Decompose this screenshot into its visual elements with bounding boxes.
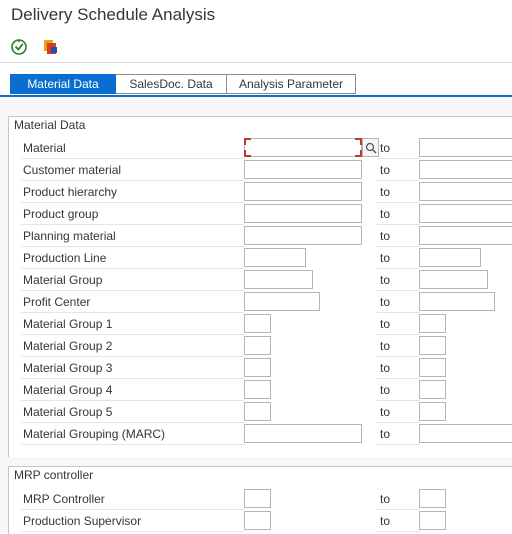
to-label: to — [377, 182, 420, 203]
field-label: Material Grouping (MARC) — [21, 424, 245, 445]
to-label: to — [377, 489, 420, 510]
tab-analysis-parameter[interactable]: Analysis Parameter — [227, 74, 356, 94]
material-data-group: Material Data Material to Customer mater… — [8, 116, 512, 457]
field-label: Product group — [21, 204, 245, 225]
to-label: to — [377, 424, 420, 445]
material-group-from-input[interactable] — [244, 270, 313, 289]
material-grouping-marc-to-input[interactable] — [419, 424, 512, 443]
material-group-1-from-input[interactable] — [244, 314, 271, 333]
product-group-from-input[interactable] — [244, 204, 362, 223]
toolbar — [0, 32, 512, 62]
mrp-controller-group: MRP controller MRP Controller to Product… — [8, 466, 512, 534]
to-label: to — [377, 270, 420, 291]
row-product-group: Product group to — [9, 204, 512, 226]
customer-material-to-input[interactable] — [419, 160, 512, 179]
to-label: to — [377, 511, 420, 532]
to-label: to — [377, 160, 420, 181]
variant-button[interactable] — [40, 36, 62, 58]
material-from-input[interactable] — [244, 138, 362, 157]
to-label: to — [377, 336, 420, 357]
execute-button[interactable] — [8, 36, 30, 58]
group-title-mrp-controller: MRP controller — [14, 468, 94, 482]
row-mrp-controller: MRP Controller to — [9, 489, 512, 511]
to-label: to — [377, 402, 420, 423]
to-label: to — [377, 380, 420, 401]
field-label: Customer material — [21, 160, 245, 181]
to-label: to — [377, 358, 420, 379]
material-group-2-to-input[interactable] — [419, 336, 446, 355]
tab-salesdoc-data[interactable]: SalesDoc. Data — [116, 74, 227, 94]
field-label: Material Group 3 — [21, 358, 245, 379]
field-label: Production Line — [21, 248, 245, 269]
material-to-input[interactable] — [419, 138, 512, 157]
row-production-line: Production Line to — [9, 248, 512, 270]
row-planning-material: Planning material to — [9, 226, 512, 248]
row-material-group-3: Material Group 3 to — [9, 358, 512, 380]
to-label: to — [377, 248, 420, 269]
field-label: Material Group 2 — [21, 336, 245, 357]
to-label: to — [377, 138, 420, 159]
group-title-material-data: Material Data — [14, 118, 86, 132]
window-title: Delivery Schedule Analysis — [11, 5, 216, 24]
material-group-to-input[interactable] — [419, 270, 488, 289]
profit-center-to-input[interactable] — [419, 292, 495, 311]
material-grouping-marc-from-input[interactable] — [244, 424, 362, 443]
customer-material-from-input[interactable] — [244, 160, 362, 179]
to-label: to — [377, 204, 420, 225]
material-group-3-to-input[interactable] — [419, 358, 446, 377]
production-supervisor-from-input[interactable] — [244, 511, 271, 530]
row-material-group-4: Material Group 4 to — [9, 380, 512, 402]
material-group-5-from-input[interactable] — [244, 402, 271, 421]
material-group-5-to-input[interactable] — [419, 402, 446, 421]
field-label: Material — [21, 138, 245, 159]
to-label: to — [377, 226, 420, 247]
material-group-2-from-input[interactable] — [244, 336, 271, 355]
material-group-4-from-input[interactable] — [244, 380, 271, 399]
field-label: Material Group — [21, 270, 245, 291]
tab-material-data[interactable]: Material Data — [10, 74, 116, 94]
toolbar-divider — [0, 62, 512, 63]
production-line-from-input[interactable] — [244, 248, 306, 267]
mrp-controller-from-input[interactable] — [244, 489, 271, 508]
material-group-3-from-input[interactable] — [244, 358, 271, 377]
product-group-to-input[interactable] — [419, 204, 512, 223]
row-product-hierarchy: Product hierarchy to — [9, 182, 512, 204]
planning-material-to-input[interactable] — [419, 226, 512, 245]
field-label: Material Group 1 — [21, 314, 245, 335]
row-production-supervisor: Production Supervisor to — [9, 511, 512, 533]
product-hierarchy-to-input[interactable] — [419, 182, 512, 201]
field-label: Material Group 4 — [21, 380, 245, 401]
profit-center-from-input[interactable] — [244, 292, 320, 311]
field-label: Material Group 5 — [21, 402, 245, 423]
row-profit-center: Profit Center to — [9, 292, 512, 314]
field-label: Production Supervisor — [21, 511, 245, 532]
to-label: to — [377, 314, 420, 335]
execute-icon — [11, 39, 27, 55]
material-group-4-to-input[interactable] — [419, 380, 446, 399]
tab-strip: Material Data SalesDoc. Data Analysis Pa… — [10, 74, 356, 94]
field-label: MRP Controller — [21, 489, 245, 510]
field-label: Product hierarchy — [21, 182, 245, 203]
row-material-group-1: Material Group 1 to — [9, 314, 512, 336]
title-bar: Delivery Schedule Analysis — [0, 0, 512, 32]
field-label: Profit Center — [21, 292, 245, 313]
field-label: Planning material — [21, 226, 245, 247]
search-icon — [365, 142, 377, 154]
row-customer-material: Customer material to — [9, 160, 512, 182]
material-group-1-to-input[interactable] — [419, 314, 446, 333]
mrp-controller-to-input[interactable] — [419, 489, 446, 508]
planning-material-from-input[interactable] — [244, 226, 362, 245]
row-material-grouping-marc: Material Grouping (MARC) to — [9, 424, 512, 446]
to-label: to — [377, 292, 420, 313]
row-material-group-5: Material Group 5 to — [9, 402, 512, 424]
variant-icon — [44, 40, 57, 54]
tab-panel: Material Data Material to Customer mater… — [0, 97, 512, 534]
production-line-to-input[interactable] — [419, 248, 481, 267]
production-supervisor-to-input[interactable] — [419, 511, 446, 530]
row-material-group-2: Material Group 2 to — [9, 336, 512, 358]
row-material-group: Material Group to — [9, 270, 512, 292]
product-hierarchy-from-input[interactable] — [244, 182, 362, 201]
row-material: Material to — [9, 138, 512, 160]
